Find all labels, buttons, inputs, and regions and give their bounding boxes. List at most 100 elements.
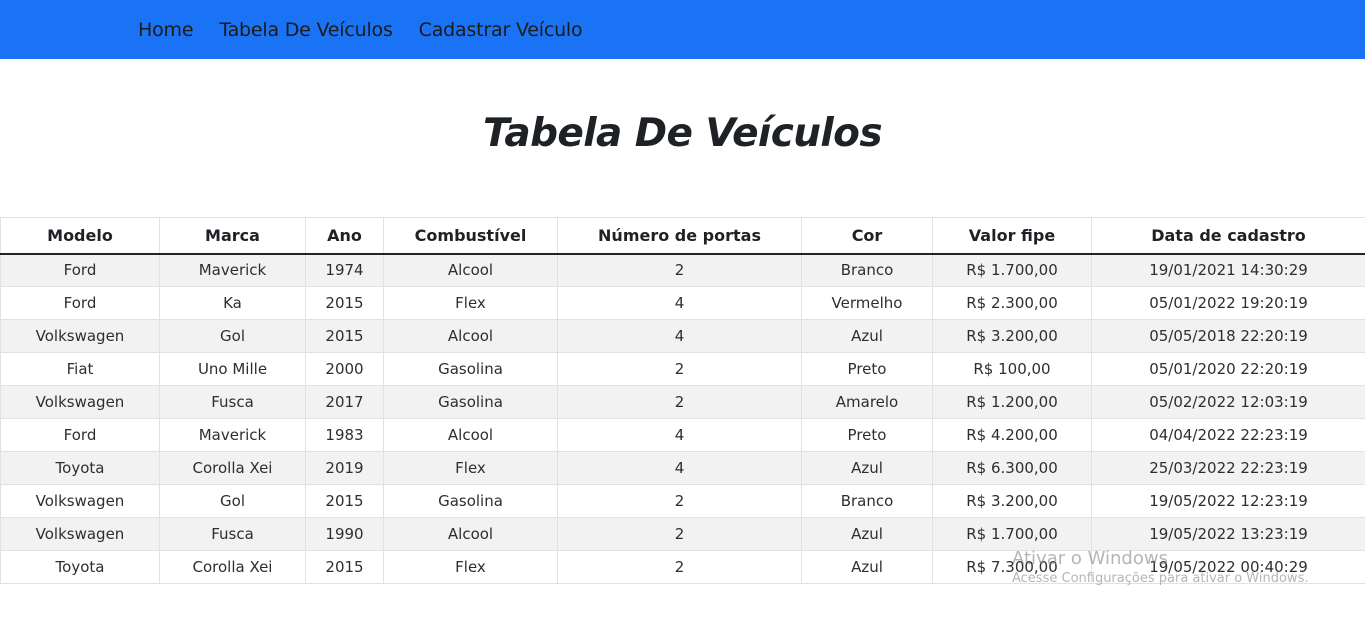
cell-ano: 2015	[305, 484, 384, 518]
cell-numero-portas: 2	[557, 484, 802, 518]
cell-ano: 1974	[305, 253, 384, 287]
cell-combustivel: Gasolina	[383, 484, 558, 518]
cell-numero-portas: 2	[557, 385, 802, 419]
cell-modelo: Ford	[0, 418, 160, 452]
cell-ano: 1983	[305, 418, 384, 452]
cell-data-cadastro: 05/02/2022 12:03:19	[1091, 385, 1365, 419]
table-header-row: Modelo Marca Ano Combustível Número de p…	[0, 217, 1365, 255]
column-header-cor: Cor	[801, 217, 933, 255]
cell-data-cadastro: 05/01/2022 19:20:19	[1091, 286, 1365, 320]
vehicles-table: Modelo Marca Ano Combustível Número de p…	[0, 217, 1365, 584]
cell-valor-fipe: R$ 1.700,00	[932, 517, 1092, 551]
nav-link-tabela-veiculos[interactable]: Tabela De Veículos	[219, 19, 393, 41]
cell-combustivel: Flex	[383, 550, 558, 584]
cell-data-cadastro: 19/05/2022 12:23:19	[1091, 484, 1365, 518]
cell-numero-portas: 4	[557, 418, 802, 452]
cell-valor-fipe: R$ 6.300,00	[932, 451, 1092, 485]
cell-cor: Amarelo	[801, 385, 933, 419]
column-header-marca: Marca	[159, 217, 306, 255]
table-body: Ford Maverick 1974 Alcool 2 Branco R$ 1.700,00…	[0, 253, 1365, 584]
cell-ano: 2019	[305, 451, 384, 485]
page-title: Tabela De Veículos	[483, 111, 883, 156]
nav-link-cadastrar-veiculo[interactable]: Cadastrar Veículo	[419, 19, 583, 41]
table-row: Volkswagen Gol 2015 Gasolina 2 Branco R$ 3.200…	[0, 484, 1365, 518]
cell-marca: Maverick	[159, 253, 306, 287]
cell-combustivel: Flex	[383, 286, 558, 320]
column-header-numero-portas: Número de portas	[557, 217, 802, 255]
cell-numero-portas: 4	[557, 319, 802, 353]
table-row: Volkswagen Fusca 1990 Alcool 2 Azul R$ 1.700,0…	[0, 517, 1365, 551]
cell-combustivel: Gasolina	[383, 352, 558, 386]
cell-data-cadastro: 04/04/2022 22:23:19	[1091, 418, 1365, 452]
cell-numero-portas: 4	[557, 451, 802, 485]
table-row: Fiat Uno Mille 2000 Gasolina 2 Preto R$ 100,00…	[0, 352, 1365, 386]
cell-cor: Azul	[801, 319, 933, 353]
table-header: Modelo Marca Ano Combustível Número de p…	[0, 217, 1365, 255]
table-row: Toyota Corolla Xei 2019 Flex 4 Azul R$ 6.300,0…	[0, 451, 1365, 485]
cell-combustivel: Alcool	[383, 517, 558, 551]
column-header-ano: Ano	[305, 217, 384, 255]
cell-valor-fipe: R$ 3.200,00	[932, 484, 1092, 518]
cell-valor-fipe: R$ 3.200,00	[932, 319, 1092, 353]
cell-cor: Branco	[801, 253, 933, 287]
cell-cor: Azul	[801, 451, 933, 485]
table-row: Ford Ka 2015 Flex 4 Vermelho R$ 2.300,00 05/01/…	[0, 286, 1365, 320]
cell-numero-portas: 2	[557, 352, 802, 386]
cell-modelo: Volkswagen	[0, 319, 160, 353]
table-row: Toyota Corolla Xei 2015 Flex 2 Azul R$ 7.300,0…	[0, 550, 1365, 584]
cell-ano: 2015	[305, 286, 384, 320]
cell-modelo: Ford	[0, 253, 160, 287]
cell-ano: 2000	[305, 352, 384, 386]
cell-marca: Maverick	[159, 418, 306, 452]
cell-marca: Corolla Xei	[159, 451, 306, 485]
cell-ano: 1990	[305, 517, 384, 551]
cell-marca: Uno Mille	[159, 352, 306, 386]
cell-marca: Corolla Xei	[159, 550, 306, 584]
nav-link-home[interactable]: Home	[138, 19, 194, 41]
cell-combustivel: Alcool	[383, 319, 558, 353]
cell-data-cadastro: 19/05/2022 13:23:19	[1091, 517, 1365, 551]
cell-cor: Branco	[801, 484, 933, 518]
column-header-data-cadastro: Data de cadastro	[1091, 217, 1365, 255]
cell-ano: 2015	[305, 550, 384, 584]
cell-modelo: Volkswagen	[0, 385, 160, 419]
cell-valor-fipe: R$ 7.300,00	[932, 550, 1092, 584]
cell-valor-fipe: R$ 100,00	[932, 352, 1092, 386]
cell-valor-fipe: R$ 1.200,00	[932, 385, 1092, 419]
cell-marca: Fusca	[159, 385, 306, 419]
cell-cor: Preto	[801, 352, 933, 386]
cell-cor: Vermelho	[801, 286, 933, 320]
cell-modelo: Ford	[0, 286, 160, 320]
cell-modelo: Fiat	[0, 352, 160, 386]
cell-numero-portas: 4	[557, 286, 802, 320]
cell-cor: Azul	[801, 517, 933, 551]
table-row: Ford Maverick 1983 Alcool 4 Preto R$ 4.200,00 0…	[0, 418, 1365, 452]
top-navbar: Home Tabela De Veículos Cadastrar Veícul…	[0, 0, 1365, 59]
cell-marca: Gol	[159, 319, 306, 353]
cell-valor-fipe: R$ 4.200,00	[932, 418, 1092, 452]
cell-modelo: Toyota	[0, 550, 160, 584]
cell-modelo: Volkswagen	[0, 517, 160, 551]
column-header-modelo: Modelo	[0, 217, 160, 255]
table-row: Volkswagen Fusca 2017 Gasolina 2 Amarelo R$ 1.…	[0, 385, 1365, 419]
cell-numero-portas: 2	[557, 253, 802, 287]
cell-modelo: Volkswagen	[0, 484, 160, 518]
cell-data-cadastro: 05/01/2020 22:20:19	[1091, 352, 1365, 386]
table-row: Volkswagen Gol 2015 Alcool 4 Azul R$ 3.200,00 0…	[0, 319, 1365, 353]
cell-data-cadastro: 19/05/2022 00:40:29	[1091, 550, 1365, 584]
cell-combustivel: Flex	[383, 451, 558, 485]
cell-marca: Fusca	[159, 517, 306, 551]
table-row: Ford Maverick 1974 Alcool 2 Branco R$ 1.700,00…	[0, 253, 1365, 287]
column-header-combustivel: Combustível	[383, 217, 558, 255]
cell-marca: Gol	[159, 484, 306, 518]
cell-valor-fipe: R$ 2.300,00	[932, 286, 1092, 320]
cell-combustivel: Alcool	[383, 253, 558, 287]
cell-data-cadastro: 05/05/2018 22:20:19	[1091, 319, 1365, 353]
cell-ano: 2017	[305, 385, 384, 419]
cell-cor: Preto	[801, 418, 933, 452]
cell-data-cadastro: 25/03/2022 22:23:19	[1091, 451, 1365, 485]
cell-cor: Azul	[801, 550, 933, 584]
cell-modelo: Toyota	[0, 451, 160, 485]
cell-combustivel: Gasolina	[383, 385, 558, 419]
vehicles-table-container: Modelo Marca Ano Combustível Número de p…	[0, 217, 1365, 584]
